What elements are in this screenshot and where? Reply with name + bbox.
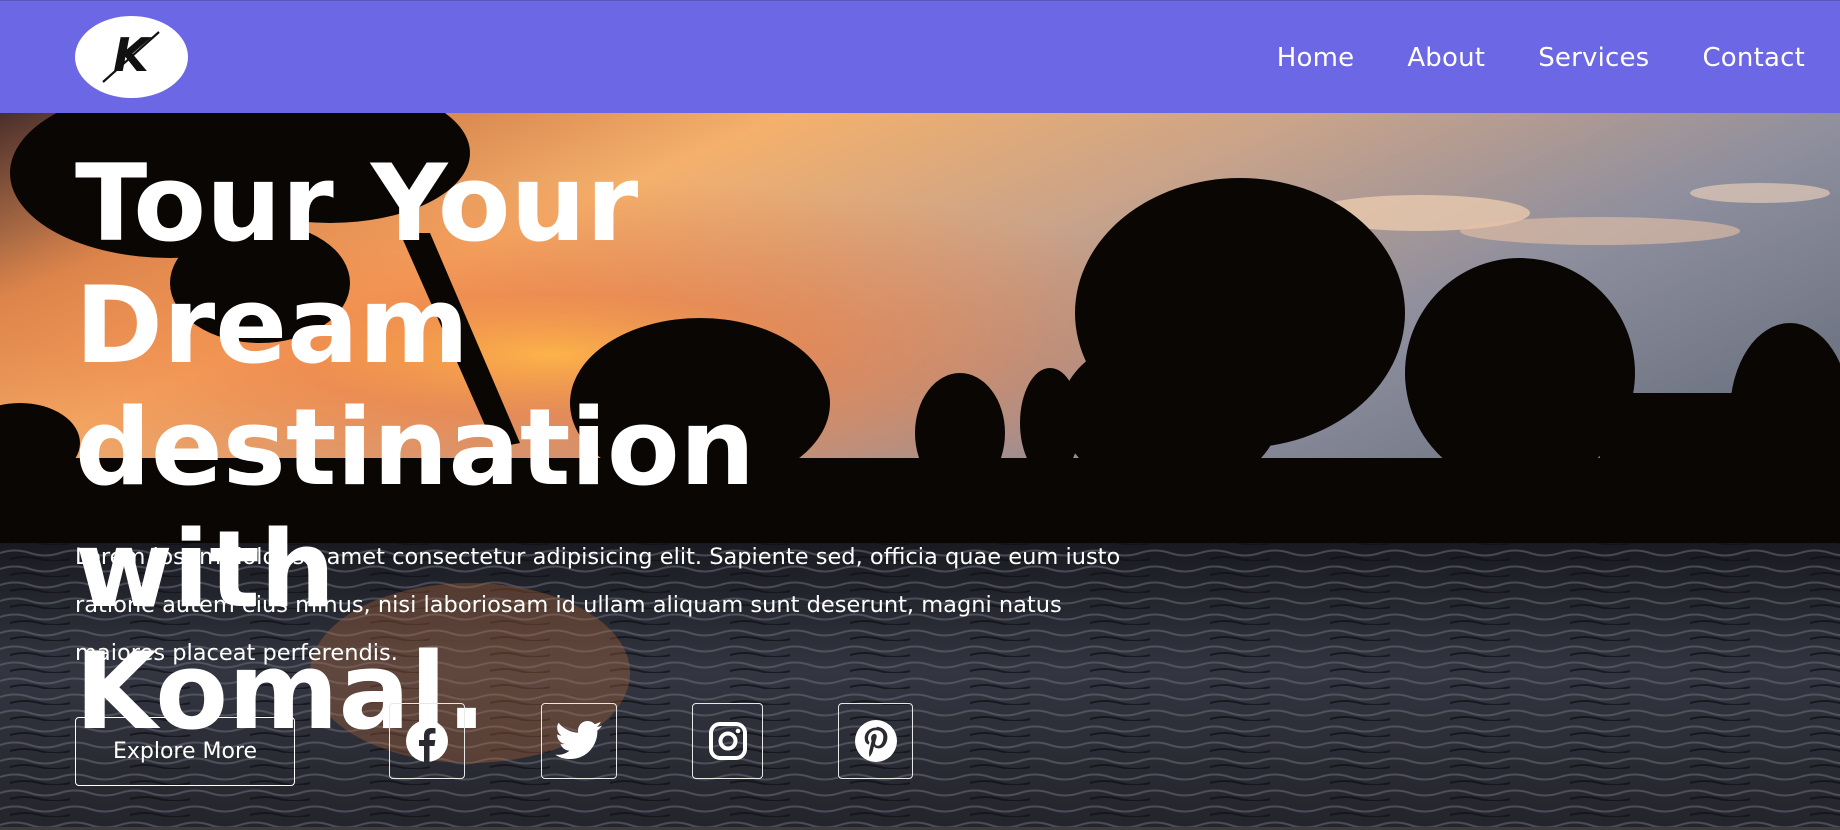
explore-more-button[interactable]: Explore More	[75, 717, 295, 786]
facebook-link[interactable]	[389, 703, 465, 779]
navbar: K Home About Services Contact	[0, 0, 1840, 113]
twitter-icon	[555, 721, 602, 759]
nav-links: Home About Services Contact	[1277, 1, 1805, 114]
nav-home[interactable]: Home	[1277, 43, 1355, 73]
twitter-link[interactable]	[541, 703, 617, 779]
nav-about[interactable]: About	[1407, 43, 1485, 73]
nav-services[interactable]: Services	[1538, 43, 1649, 73]
pinterest-link[interactable]	[838, 703, 913, 779]
hero-description: Lorem ipsum dolor sit amet consectetur a…	[75, 544, 1121, 666]
logo-mark-icon: K	[102, 28, 160, 83]
nav-contact[interactable]: Contact	[1702, 43, 1805, 73]
hero-title-line-1: Tour Your Dream	[75, 142, 639, 387]
instagram-icon	[708, 722, 747, 760]
logo[interactable]: K	[75, 16, 188, 98]
pinterest-icon	[854, 720, 897, 762]
hero-section: Tour Your Dream destination with Komal. …	[0, 113, 1840, 830]
instagram-link[interactable]	[692, 703, 763, 779]
facebook-icon	[406, 720, 448, 762]
